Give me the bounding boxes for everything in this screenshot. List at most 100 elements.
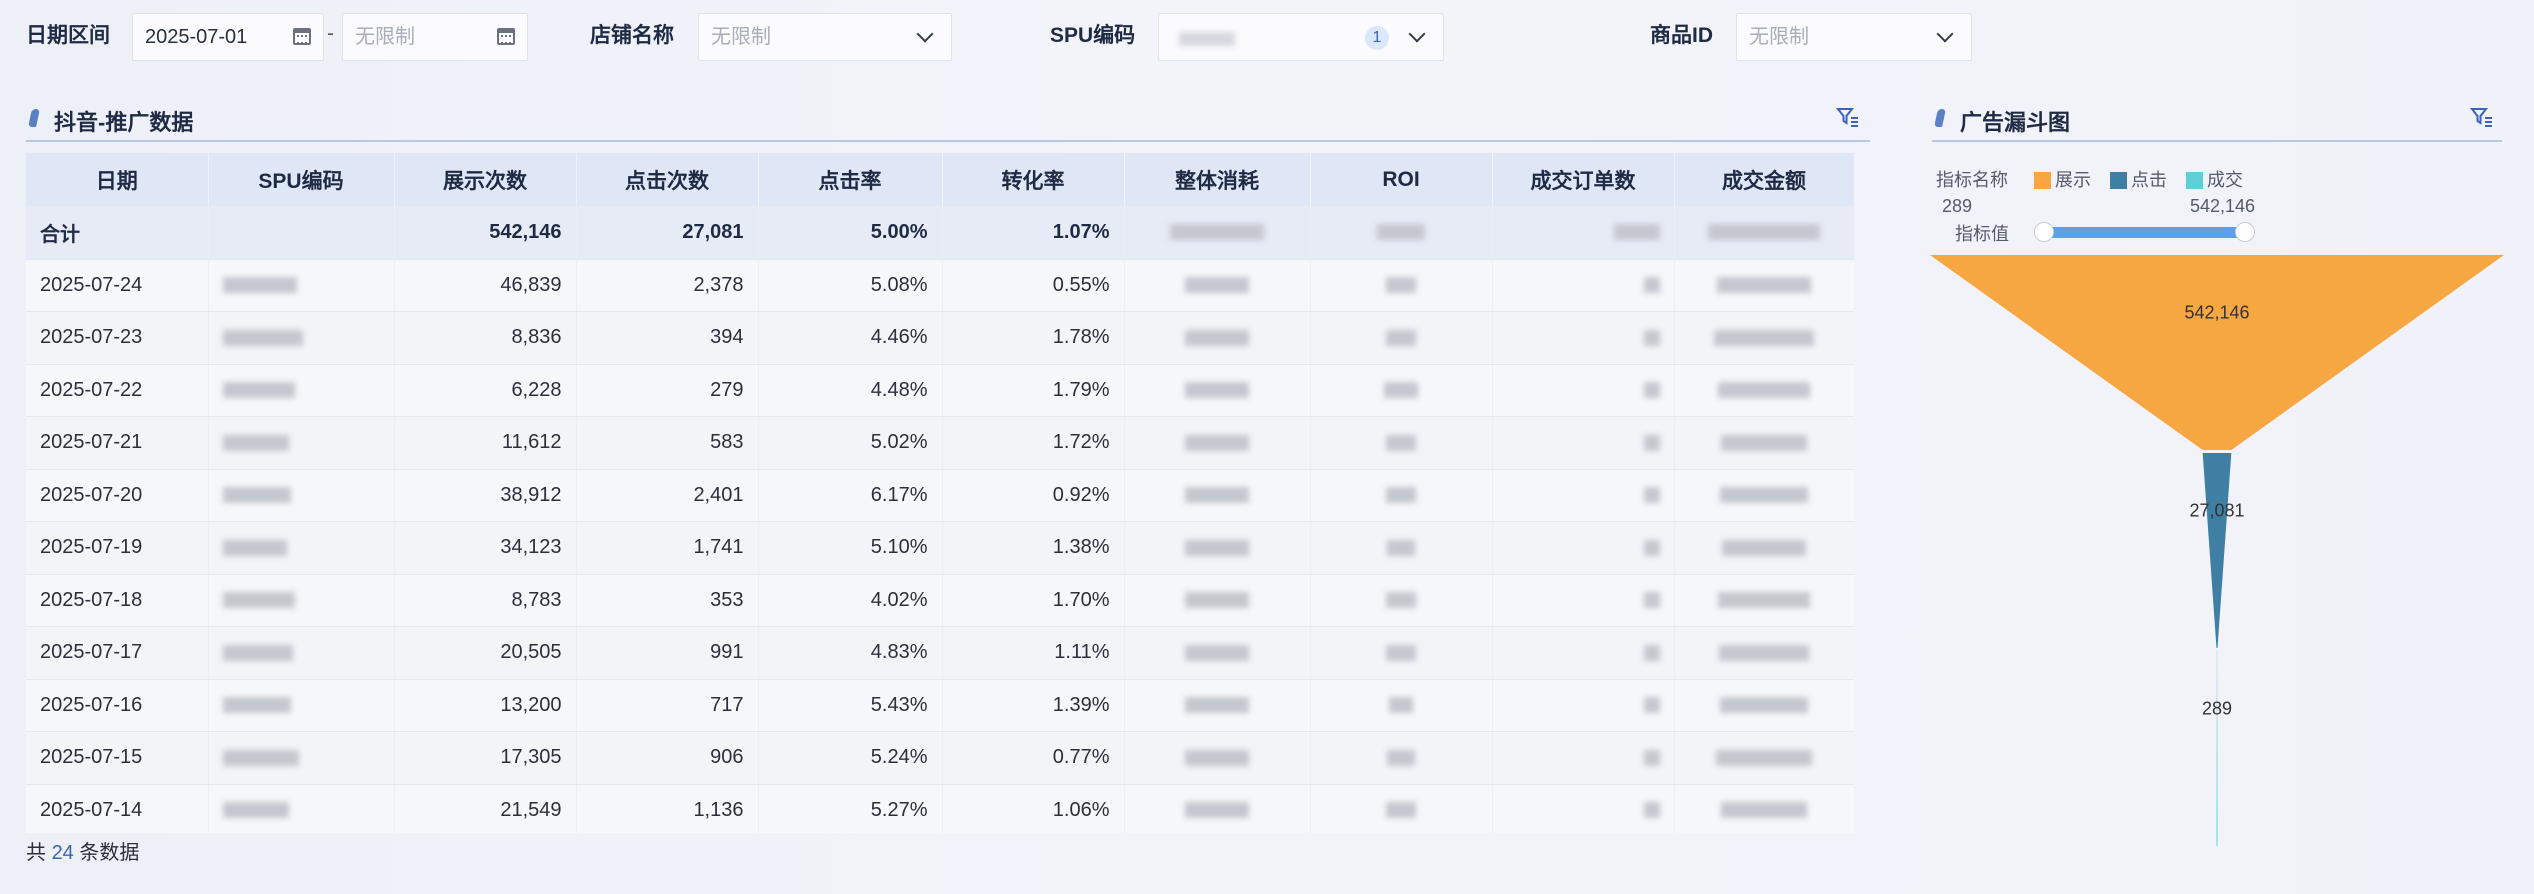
section-marker-icon	[1934, 109, 1946, 127]
date-end-input[interactable]: 无限制	[342, 13, 528, 61]
date-start-value: 2025-07-01	[145, 26, 248, 48]
cell-cvr: 1.38%	[942, 521, 1125, 575]
table-row[interactable]: 2025-07-23 8,836 394 4.46% 1.78%	[26, 311, 1854, 365]
funnel-value-label-0: 542,146	[2184, 302, 2249, 322]
filter-icon[interactable]	[2470, 106, 2494, 128]
value-range-slider[interactable]	[2046, 227, 2246, 238]
cell-spu-redacted	[208, 574, 395, 627]
legend-item-impressions[interactable]: 展示	[2034, 166, 2091, 192]
cell-clicks: 1,741	[576, 521, 759, 575]
table-row[interactable]: 2025-07-22 6,228 279 4.48% 1.79%	[26, 364, 1854, 417]
spu-code-value-redacted	[1179, 32, 1235, 46]
cell-date: 2025-07-19	[26, 521, 209, 575]
table-total-row: 合计 542,146 27,081 5.00% 1.07%	[26, 206, 1854, 260]
total-ctr: 5.00%	[758, 206, 943, 260]
total-clicks: 27,081	[576, 206, 759, 260]
total-gmv-redacted	[1674, 206, 1854, 260]
cell-roi-redacted	[1310, 416, 1493, 470]
chevron-down-icon[interactable]	[1936, 25, 1954, 43]
funnel-segment-1[interactable]	[2202, 453, 2232, 648]
total-orders-redacted	[1492, 206, 1675, 260]
cell-ctr: 5.24%	[758, 731, 943, 785]
col-header-date[interactable]: 日期	[26, 153, 209, 206]
chevron-down-icon[interactable]	[1408, 25, 1426, 43]
table-row[interactable]: 2025-07-16 13,200 717 5.43% 1.39%	[26, 679, 1854, 732]
cell-cvr: 0.55%	[942, 259, 1125, 312]
cell-gmv-redacted	[1674, 521, 1854, 575]
table-row[interactable]: 2025-07-21 11,612 583 5.02% 1.72%	[26, 416, 1854, 470]
date-start-input[interactable]: 2025-07-01	[132, 13, 324, 61]
spu-selected-count-badge: 1	[1365, 26, 1389, 50]
cell-date: 2025-07-23	[26, 311, 209, 365]
cell-spend-redacted	[1124, 469, 1311, 522]
section-marker-icon	[28, 109, 40, 127]
col-header-spu[interactable]: SPU编码	[208, 153, 395, 206]
ad-funnel-title: 广告漏斗图	[1960, 110, 2071, 135]
cell-orders-redacted	[1492, 416, 1675, 470]
col-header-gmv[interactable]: 成交金额	[1674, 153, 1854, 206]
col-header-spend[interactable]: 整体消耗	[1124, 153, 1311, 206]
table-row[interactable]: 2025-07-18 8,783 353 4.02% 1.70%	[26, 574, 1854, 627]
filter-icon[interactable]	[1836, 106, 1860, 128]
cell-orders-redacted	[1492, 731, 1675, 785]
legend-item-clicks[interactable]: 点击	[2110, 166, 2167, 192]
table-row[interactable]: 2025-07-20 38,912 2,401 6.17% 0.92%	[26, 469, 1854, 522]
table-header-row: 日期 SPU编码 展示次数 点击次数 点击率 转化率 整体消耗 ROI 成交订单…	[26, 153, 1854, 206]
cell-impressions: 20,505	[394, 626, 577, 680]
calendar-icon[interactable]	[497, 28, 515, 45]
store-name-select[interactable]: 无限制	[698, 13, 952, 61]
cell-date: 2025-07-18	[26, 574, 209, 627]
legend-swatch	[2186, 172, 2203, 189]
cell-roi-redacted	[1310, 784, 1493, 833]
cell-ctr: 5.08%	[758, 259, 943, 312]
cell-impressions: 34,123	[394, 521, 577, 575]
cell-orders-redacted	[1492, 784, 1675, 833]
legend-item-deals[interactable]: 成交	[2186, 166, 2243, 192]
cell-gmv-redacted	[1674, 574, 1854, 627]
cell-gmv-redacted	[1674, 416, 1854, 470]
slider-max-handle[interactable]	[2235, 222, 2255, 242]
chevron-down-icon[interactable]	[916, 25, 934, 43]
funnel-segment-2[interactable]	[2216, 651, 2218, 846]
col-header-ctr[interactable]: 点击率	[758, 153, 943, 206]
spu-code-select[interactable]: 1	[1158, 13, 1444, 61]
funnel-segment-0[interactable]	[1930, 255, 2504, 450]
cell-spu-redacted	[208, 416, 395, 470]
table-row[interactable]: 2025-07-17 20,505 991 4.83% 1.11%	[26, 626, 1854, 680]
cell-clicks: 353	[576, 574, 759, 627]
date-end-placeholder: 无限制	[355, 26, 415, 48]
table-row[interactable]: 2025-07-19 34,123 1,741 5.10% 1.38%	[26, 521, 1854, 575]
table-row[interactable]: 2025-07-14 21,549 1,136 5.27% 1.06%	[26, 784, 1854, 833]
total-cvr: 1.07%	[942, 206, 1125, 260]
cell-ctr: 4.46%	[758, 311, 943, 365]
cell-clicks: 583	[576, 416, 759, 470]
col-header-roi[interactable]: ROI	[1310, 153, 1493, 206]
promotion-data-header: 抖音-推广数据	[26, 96, 1870, 142]
cell-spend-redacted	[1124, 574, 1311, 627]
legend-label: 展示	[2055, 170, 2091, 190]
col-header-orders[interactable]: 成交订单数	[1492, 153, 1675, 206]
cell-roi-redacted	[1310, 679, 1493, 732]
calendar-icon[interactable]	[293, 28, 311, 45]
table-row[interactable]: 2025-07-15 17,305 906 5.24% 0.77%	[26, 731, 1854, 785]
cell-cvr: 0.92%	[942, 469, 1125, 522]
cell-date: 2025-07-22	[26, 364, 209, 417]
cell-spend-redacted	[1124, 259, 1311, 312]
product-id-select[interactable]: 无限制	[1736, 13, 1972, 61]
cell-cvr: 1.79%	[942, 364, 1125, 417]
slider-min-handle[interactable]	[2034, 222, 2054, 242]
col-header-clicks[interactable]: 点击次数	[576, 153, 759, 206]
cell-date: 2025-07-20	[26, 469, 209, 522]
date-separator: -	[327, 22, 334, 45]
product-id-label: 商品ID	[1650, 24, 1713, 47]
col-header-cvr[interactable]: 转化率	[942, 153, 1125, 206]
cell-clicks: 279	[576, 364, 759, 417]
table-row[interactable]: 2025-07-24 46,839 2,378 5.08% 0.55%	[26, 259, 1854, 312]
cell-orders-redacted	[1492, 259, 1675, 312]
filter-bar: 日期区间 2025-07-01 - 无限制 店铺名称 无限制 SPU编码 1 商…	[0, 0, 2534, 74]
col-header-impressions[interactable]: 展示次数	[394, 153, 577, 206]
cell-roi-redacted	[1310, 469, 1493, 522]
cell-orders-redacted	[1492, 679, 1675, 732]
total-spend-redacted	[1124, 206, 1311, 260]
legend-title: 指标名称	[1936, 170, 2008, 190]
